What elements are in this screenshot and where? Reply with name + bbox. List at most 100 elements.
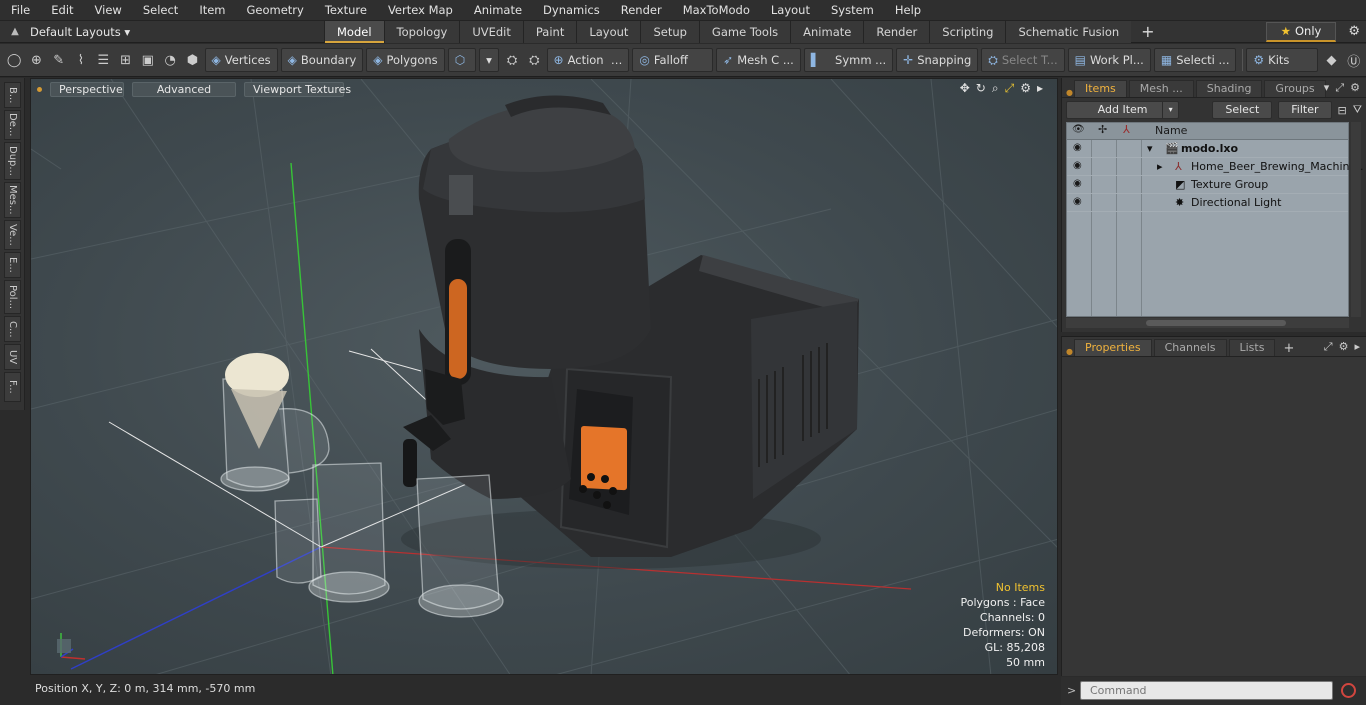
snapping-button[interactable]: ✛ Snapping bbox=[896, 48, 979, 72]
kits-button[interactable]: ⚙ Kits bbox=[1246, 48, 1319, 72]
select-through-button[interactable]: ⛭ Select T... bbox=[981, 48, 1065, 72]
tab-items[interactable]: Items bbox=[1074, 80, 1127, 97]
vtab-polygon[interactable]: Pol... bbox=[4, 280, 21, 314]
tree-row-texture-group[interactable]: ◉ ◩ Texture Group bbox=[1067, 176, 1348, 194]
tab-model[interactable]: Model bbox=[324, 20, 384, 43]
layout-up-icon[interactable]: ▲ bbox=[0, 26, 30, 37]
tab-paint[interactable]: Paint bbox=[522, 20, 577, 43]
tab-render[interactable]: Render bbox=[863, 20, 930, 43]
lock-column-icon[interactable]: ✢ bbox=[1098, 123, 1107, 136]
3d-viewport[interactable]: Perspective Advanced Viewport Textures ✥… bbox=[30, 78, 1058, 675]
vtab-basic[interactable]: B... bbox=[4, 82, 21, 108]
advanced-button[interactable]: Advanced bbox=[132, 81, 236, 97]
gear-icon[interactable]: ⚙ bbox=[1348, 24, 1360, 39]
menu-view[interactable]: View bbox=[84, 0, 132, 21]
panel-maximize-icon[interactable]: ⤢ bbox=[1324, 340, 1333, 354]
clock-icon[interactable]: ◔ bbox=[160, 49, 180, 71]
command-input[interactable]: Command bbox=[1080, 681, 1333, 700]
menu-dynamics[interactable]: Dynamics bbox=[532, 0, 610, 21]
polygons-button[interactable]: ◈ Polygons bbox=[366, 48, 445, 72]
ref2-icon[interactable]: ⛭ bbox=[524, 49, 544, 71]
collapse-icon[interactable]: ⊟ bbox=[1338, 104, 1347, 117]
material-button[interactable]: ⬡ bbox=[447, 48, 477, 72]
material-dropdown[interactable]: ▾ bbox=[479, 48, 499, 72]
menu-help[interactable]: Help bbox=[884, 0, 931, 21]
menu-system[interactable]: System bbox=[820, 0, 884, 21]
action-button[interactable]: ⊕ Action … bbox=[546, 48, 630, 72]
unreal-icon[interactable]: Ⓤ bbox=[1344, 49, 1364, 71]
panel-settings-icon[interactable]: ⚙ bbox=[1339, 340, 1349, 354]
name-column-header[interactable]: Name bbox=[1155, 124, 1187, 137]
perspective-button[interactable]: Perspective bbox=[50, 81, 124, 97]
workplane-button[interactable]: ▤ Work Pl... bbox=[1067, 48, 1151, 72]
eye-icon[interactable]: ◉ bbox=[1073, 196, 1087, 207]
selection-sets-button[interactable]: ▦ Selecti ... bbox=[1153, 48, 1237, 72]
tree-vertical-scrollbar[interactable] bbox=[1351, 122, 1361, 317]
record-macro-icon[interactable] bbox=[1341, 683, 1356, 698]
only-button[interactable]: ★ Only bbox=[1266, 22, 1336, 42]
viewport-settings-icon[interactable]: ⚙ bbox=[1020, 81, 1031, 96]
viewport-expand-icon[interactable]: ▸ bbox=[1037, 81, 1043, 96]
tab-layout[interactable]: Layout bbox=[576, 20, 641, 43]
expand-scene-icon[interactable]: ▾ bbox=[1147, 142, 1153, 155]
vtab-fusion[interactable]: F... bbox=[4, 372, 21, 402]
transform-icon[interactable]: ⊞ bbox=[115, 49, 135, 71]
command-history-icon[interactable]: > bbox=[1067, 684, 1076, 697]
filter-button[interactable]: Filter bbox=[1278, 101, 1332, 119]
panel-maximize-icon[interactable]: ⤢ bbox=[1335, 81, 1344, 95]
menu-layout[interactable]: Layout bbox=[760, 0, 820, 21]
vtab-mesh-edit[interactable]: Mes... bbox=[4, 182, 21, 218]
tree-row-directional-light[interactable]: ◉ ✸ Directional Light bbox=[1067, 194, 1348, 212]
brush-icon[interactable]: ⌇ bbox=[71, 49, 91, 71]
menu-geometry[interactable]: Geometry bbox=[236, 0, 314, 21]
fit-view-icon[interactable]: ⤢ bbox=[1005, 81, 1015, 96]
mesh-constraint-button[interactable]: ➶ Mesh C ... bbox=[716, 48, 801, 72]
item-mode-icon[interactable]: ⬢ bbox=[182, 49, 202, 71]
vtab-curve[interactable]: C... bbox=[4, 316, 21, 342]
tab-uvedit[interactable]: UVEdit bbox=[459, 20, 523, 43]
align-icon[interactable]: ☰ bbox=[93, 49, 113, 71]
globe-icon[interactable]: ⊕ bbox=[26, 49, 46, 71]
ref-icon[interactable]: ⛭ bbox=[502, 49, 522, 71]
menu-render[interactable]: Render bbox=[610, 0, 672, 21]
tab-scripting[interactable]: Scripting bbox=[929, 20, 1006, 43]
unity-icon[interactable]: ◆ bbox=[1321, 49, 1341, 71]
vertices-button[interactable]: ◈ Vertices bbox=[204, 48, 278, 72]
eye-icon[interactable]: ◉ bbox=[1073, 142, 1087, 153]
menu-item[interactable]: Item bbox=[188, 0, 235, 21]
viewport-menu-dot[interactable] bbox=[37, 86, 42, 92]
menu-vertex-map[interactable]: Vertex Map bbox=[377, 0, 463, 21]
vtab-edge[interactable]: E... bbox=[4, 252, 21, 278]
tab-schematic-fusion[interactable]: Schematic Fusion bbox=[1005, 20, 1132, 43]
type-column-icon[interactable]: ⅄ bbox=[1123, 123, 1130, 136]
add-item-button[interactable]: Add Item ▾ bbox=[1066, 101, 1180, 119]
expand-mesh-icon[interactable]: ▸ bbox=[1157, 160, 1163, 173]
circle-select-icon[interactable]: ◯ bbox=[4, 49, 24, 71]
tab-properties[interactable]: Properties bbox=[1074, 339, 1152, 356]
panel-dropdown-icon[interactable]: ▾ bbox=[1324, 81, 1330, 95]
symmetry-button[interactable]: ▌ Symm ... bbox=[803, 48, 894, 72]
tab-setup[interactable]: Setup bbox=[640, 20, 699, 43]
zoom-view-icon[interactable]: ⌕ bbox=[992, 81, 999, 96]
select-button[interactable]: Select bbox=[1212, 101, 1273, 119]
rotate-view-icon[interactable]: ↻ bbox=[976, 81, 986, 96]
scroll-thumb[interactable] bbox=[1146, 320, 1286, 326]
tab-shading[interactable]: Shading bbox=[1195, 80, 1263, 97]
tab-groups[interactable]: Groups bbox=[1264, 80, 1326, 97]
menu-maxtomodo[interactable]: MaxToModo bbox=[672, 0, 760, 21]
falloff-button[interactable]: ◎ Falloff bbox=[632, 48, 714, 72]
vtab-vertex[interactable]: Ve... bbox=[4, 220, 21, 250]
pen-icon[interactable]: ✎ bbox=[49, 49, 69, 71]
item-tree[interactable]: 👁 ✢ ⅄ Name ◉ ▾ 🎬 modo.lxo ◉ ▸ ⅄ Home_Bee… bbox=[1066, 122, 1363, 317]
visibility-column-icon[interactable]: 👁 bbox=[1072, 124, 1085, 135]
menu-select[interactable]: Select bbox=[132, 0, 188, 21]
menu-edit[interactable]: Edit bbox=[40, 0, 83, 21]
add-properties-tab-icon[interactable]: + bbox=[1277, 341, 1300, 356]
eye-icon[interactable]: ◉ bbox=[1073, 160, 1087, 171]
tab-animate[interactable]: Animate bbox=[790, 20, 864, 43]
add-tab-icon[interactable]: + bbox=[1131, 21, 1164, 43]
move-view-icon[interactable]: ✥ bbox=[960, 81, 970, 96]
boundary-button[interactable]: ◈ Boundary bbox=[280, 48, 364, 72]
viewport-textures-button[interactable]: Viewport Textures bbox=[244, 81, 351, 97]
funnel-icon[interactable]: ⛛ bbox=[1353, 103, 1362, 117]
